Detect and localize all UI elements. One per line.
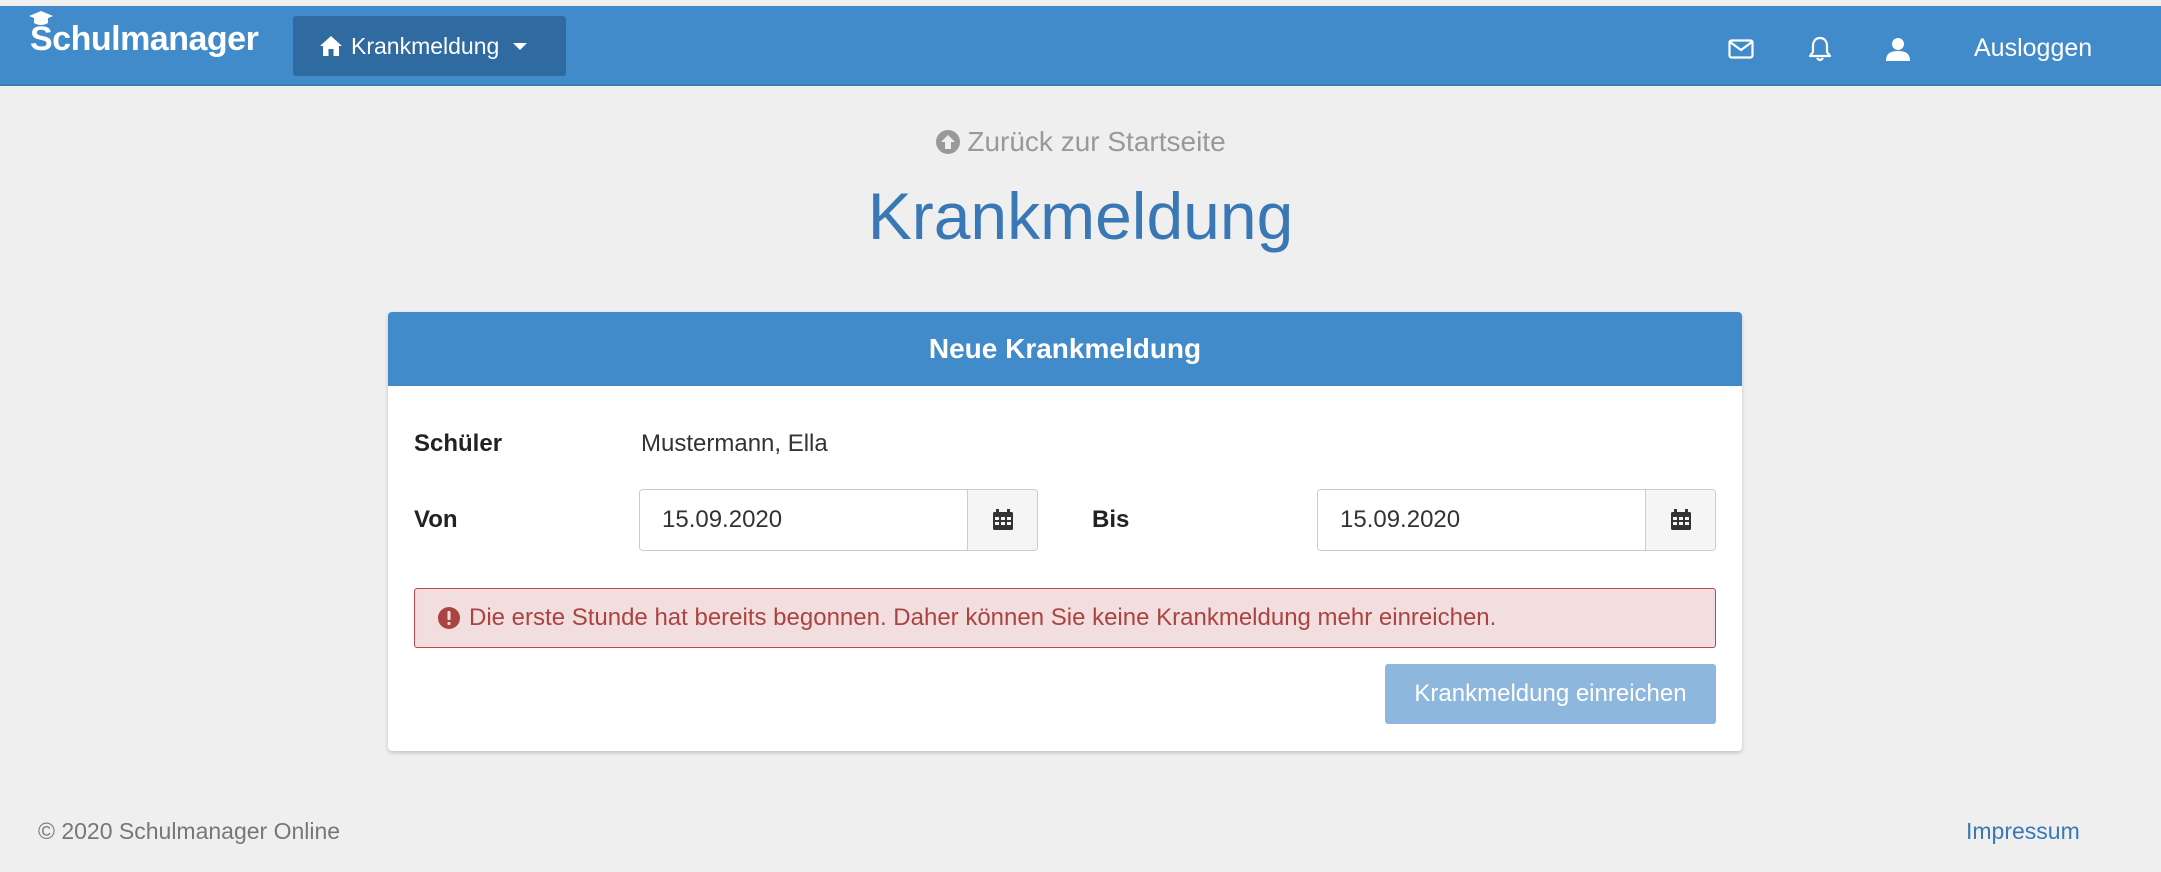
circle-arrow-up-icon (936, 130, 961, 154)
student-value: Mustermann, Ella (641, 430, 828, 457)
alert-message: Die erste Stunde hat bereits begonnen. D… (469, 604, 1497, 631)
panel-title: Neue Krankmeldung (388, 312, 1742, 386)
copyright-text: © 2020 Schulmanager Online (38, 818, 341, 844)
impressum-link[interactable]: Impressum (1966, 818, 2080, 845)
from-date-input[interactable] (640, 490, 967, 550)
krankmeldung-menu-button[interactable]: Krankmeldung (293, 16, 566, 76)
logout-link[interactable]: Ausloggen (1974, 34, 2092, 63)
envelope-icon (1728, 39, 1754, 59)
user-icon (1886, 38, 1910, 61)
brand-logo[interactable]: Schulmanager (29, 11, 259, 59)
to-label: Bis (1092, 506, 1130, 533)
menu-label: Krankmeldung (351, 32, 500, 59)
to-date-picker-button[interactable] (1645, 490, 1715, 550)
graduation-cap-icon (29, 11, 53, 25)
brand-name: Schulmanager (30, 20, 259, 58)
top-navbar: Schulmanager Krankmeldung Ausloggen (0, 6, 2161, 86)
from-label: Von (414, 506, 458, 533)
to-date-field (1317, 489, 1716, 551)
messages-button[interactable] (1726, 34, 1756, 64)
from-date-field (639, 489, 1038, 551)
exclamation-circle-icon (438, 607, 460, 629)
calendar-icon (1670, 509, 1691, 530)
home-icon (320, 36, 342, 56)
chevron-down-icon (513, 42, 528, 50)
sick-note-panel: Neue Krankmeldung Schüler Mustermann, El… (388, 312, 1742, 751)
to-date-input[interactable] (1318, 490, 1645, 550)
submit-sick-note-button[interactable]: Krankmeldung einreichen (1385, 664, 1716, 724)
back-link-text: Zurück zur Startseite (967, 126, 1226, 157)
bell-icon (1808, 36, 1832, 62)
page-title: Krankmeldung (867, 179, 1294, 253)
calendar-icon (992, 509, 1013, 530)
profile-button[interactable] (1883, 34, 1913, 64)
back-to-home-link[interactable]: Zurück zur Startseite (0, 126, 2161, 158)
student-label: Schüler (414, 430, 503, 457)
notifications-button[interactable] (1805, 34, 1835, 64)
error-alert: Die erste Stunde hat bereits begonnen. D… (414, 588, 1716, 648)
from-date-picker-button[interactable] (967, 490, 1037, 550)
